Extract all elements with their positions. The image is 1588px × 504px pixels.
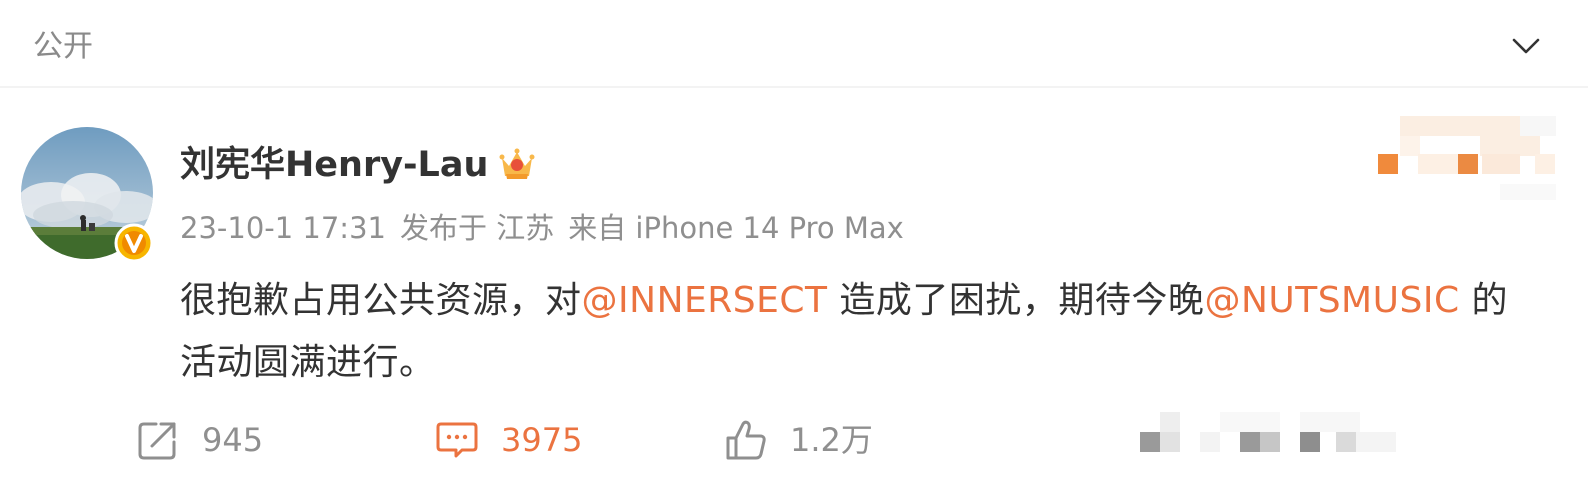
weibo-post-card: 公开 刘宪华Henry-Lau 23-10-1 17:31 发布于 江苏 来自 … <box>0 0 1588 504</box>
post-text-part: 造成了困扰，期待今晚 <box>827 280 1205 321</box>
pixelated-action-area <box>1140 412 1396 452</box>
pixelated-follow-button[interactable] <box>1370 112 1560 208</box>
author-name[interactable]: 刘宪华Henry-Lau <box>180 142 488 188</box>
post-content: 很抱歉占用公共资源，对@INNERSECT 造成了困扰，期待今晚@NUTSMUS… <box>180 270 1540 394</box>
thumbs-up-icon <box>726 420 766 460</box>
post-timestamp[interactable]: 23-10-1 17:31 <box>180 211 386 245</box>
visibility-label: 公开 <box>33 29 93 64</box>
post-text-part: 很抱歉占用公共资源，对 <box>180 280 582 321</box>
share-icon <box>138 422 176 460</box>
comment-count: 3975 <box>501 421 583 459</box>
crown-icon <box>499 148 535 179</box>
like-count: 1.2万 <box>790 421 873 459</box>
post-location: 发布于 江苏 <box>399 211 555 245</box>
visibility-selector[interactable]: 公开 <box>0 0 1588 88</box>
repost-button[interactable]: 945 <box>136 416 263 464</box>
chevron-down-icon[interactable] <box>1508 28 1544 64</box>
post-meta: 23-10-1 17:31 发布于 江苏 来自 iPhone 14 Pro Max <box>180 209 918 247</box>
mention-link[interactable]: @NUTSMUSIC <box>1204 280 1459 321</box>
post-source: 来自 iPhone 14 Pro Max <box>568 211 904 245</box>
mention-link[interactable]: @INNERSECT <box>582 280 828 321</box>
like-button[interactable]: 1.2万 <box>724 416 873 464</box>
comment-button[interactable]: 3975 <box>435 416 582 464</box>
verified-v-icon <box>114 223 154 263</box>
repost-count: 945 <box>202 421 264 459</box>
comment-icon <box>436 422 478 458</box>
